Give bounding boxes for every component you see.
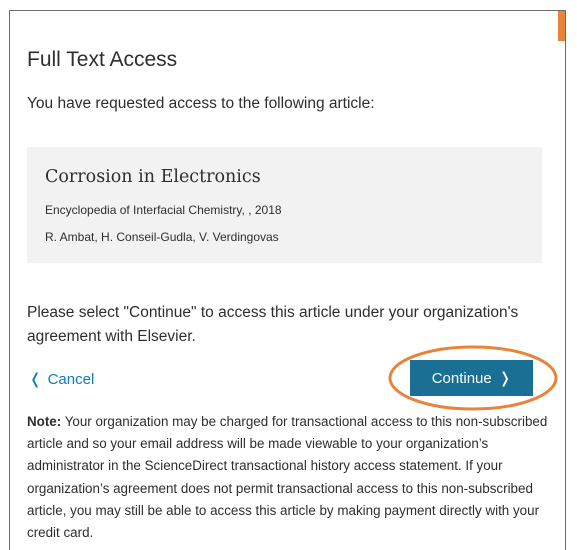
- article-source: Encyclopedia of Interfacial Chemistry, ,…: [45, 203, 282, 217]
- note-text: Note: Your organization may be charged f…: [27, 411, 562, 544]
- instruction-text: Please select "Continue" to access this …: [27, 304, 519, 345]
- chevron-left-icon: ❬: [29, 371, 42, 388]
- continue-button[interactable]: Continue ❭: [410, 360, 533, 396]
- note-label: Note:: [27, 414, 62, 429]
- full-text-access-dialog: Full Text Access You have requested acce…: [9, 10, 566, 550]
- cancel-link[interactable]: ❬ Cancel: [29, 371, 94, 388]
- orange-corner-mark: [558, 11, 565, 41]
- article-authors: R. Ambat, H. Conseil-Gudla, V. Verdingov…: [45, 230, 279, 244]
- cancel-label: Cancel: [47, 371, 95, 388]
- chevron-right-icon: ❭: [498, 369, 512, 387]
- article-title: Corrosion in Electronics: [45, 167, 261, 187]
- continue-label: Continue: [431, 369, 492, 387]
- note-body: Your organization may be charged for tra…: [27, 414, 548, 541]
- article-card: Corrosion in Electronics Encyclopedia of…: [27, 147, 542, 263]
- dialog-title: Full Text Access: [27, 48, 178, 71]
- intro-text: You have requested access to the followi…: [27, 95, 375, 112]
